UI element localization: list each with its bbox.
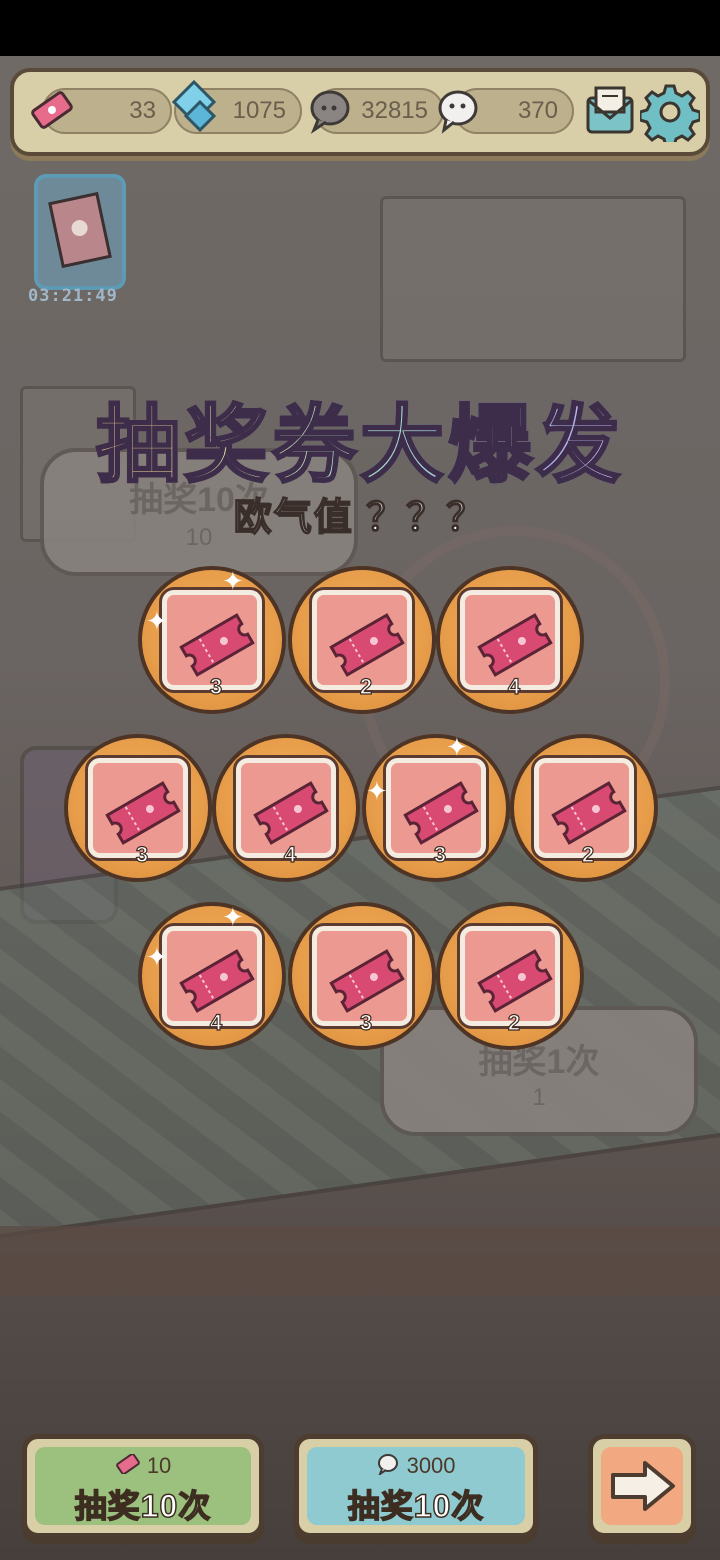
speech-coin-icon	[310, 90, 350, 134]
reward-title: 抽奖券大爆发	[0, 378, 720, 499]
reward-quantity: 4	[507, 673, 521, 699]
ghost-icon	[438, 90, 478, 134]
luck-value-row: 欧气值 ？？？	[0, 486, 720, 541]
ticket-count: 33	[129, 97, 156, 124]
reward-quantity: 3	[359, 1009, 373, 1035]
sparkle-icon: ✦	[222, 902, 244, 932]
coin-draw-cost: 3000	[406, 1453, 456, 1478]
speech-coin-icon	[376, 1453, 400, 1481]
bg-draw-one-cost: 1	[532, 1084, 546, 1111]
reward-quantity: 2	[581, 841, 595, 867]
gear-icon[interactable]	[640, 82, 700, 142]
reward-item: 3	[288, 902, 436, 1050]
coin-draw-cost-row: 3000	[299, 1453, 533, 1481]
reward-item: 3	[64, 734, 212, 882]
reward-quantity: 3	[209, 673, 223, 699]
event-timer: 03:21:49	[28, 286, 118, 306]
currency-bar: 33 1075 32815 370	[10, 68, 710, 156]
reward-item: 4	[138, 902, 286, 1050]
reward-item: 3	[138, 566, 286, 714]
reward-item: 4	[436, 566, 584, 714]
sparkle-icon: ✦	[222, 566, 244, 596]
ticket-draw-label: 抽奖10次	[74, 1487, 212, 1525]
mail-icon[interactable]	[580, 82, 640, 142]
luck-value-label: 欧气值 ？？？	[233, 496, 487, 540]
ticket-draw-ten-button[interactable]: 10 抽奖10次	[22, 1434, 264, 1538]
background-table	[0, 1226, 720, 1296]
lottery-ticket-icon	[115, 1453, 141, 1480]
reward-quantity: 2	[359, 673, 373, 699]
reward-item: 3	[362, 734, 510, 882]
coin-count: 32815	[361, 97, 428, 124]
arrow-right-icon	[611, 1461, 675, 1511]
ticket-draw-cost: 10	[146, 1453, 172, 1478]
lottery-ticket-icon	[31, 91, 73, 129]
background-wall-panel	[380, 196, 686, 362]
reward-quantity: 3	[135, 841, 149, 867]
coin-draw-label: 抽奖10次	[347, 1487, 485, 1525]
gem-count: 1075	[232, 97, 286, 124]
reward-quantity: 4	[209, 1009, 223, 1035]
reward-item: 4	[212, 734, 360, 882]
reward-item: 2	[510, 734, 658, 882]
status-bar	[0, 0, 720, 56]
reward-item: 2	[288, 566, 436, 714]
next-button[interactable]	[588, 1434, 696, 1538]
sparkle-icon: ✦	[146, 606, 168, 636]
reward-quantity: 2	[507, 1009, 521, 1035]
gem-icon	[171, 79, 217, 133]
reward-item: 2	[436, 902, 584, 1050]
coin-draw-ten-button[interactable]: 3000 抽奖10次	[294, 1434, 538, 1538]
reward-quantity: 4	[283, 841, 297, 867]
ghost-count: 370	[517, 97, 558, 124]
sparkle-icon: ✦	[446, 732, 468, 762]
reward-quantity: 3	[433, 841, 447, 867]
ticket-draw-cost-row: 10	[27, 1453, 259, 1480]
sparkle-icon: ✦	[366, 776, 388, 806]
sparkle-icon: ✦	[146, 942, 168, 972]
event-ticket-badge[interactable]	[30, 170, 130, 300]
